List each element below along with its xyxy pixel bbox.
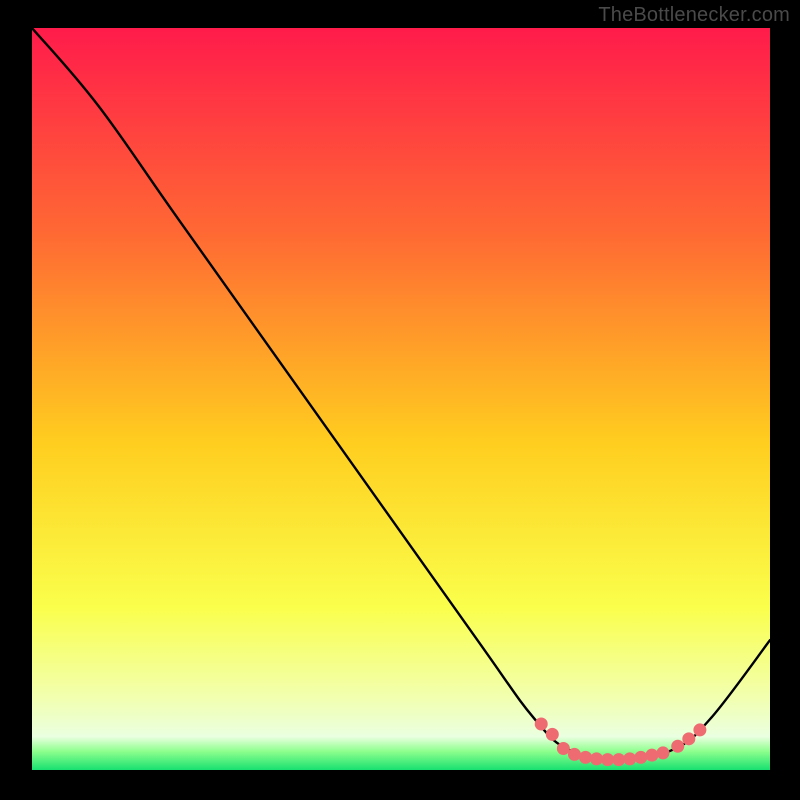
scatter-point <box>535 718 548 731</box>
bottleneck-chart <box>0 0 800 800</box>
scatter-point <box>601 753 614 766</box>
scatter-point <box>546 728 559 741</box>
scatter-point <box>579 751 592 764</box>
scatter-point <box>693 723 706 736</box>
scatter-point <box>557 742 570 755</box>
scatter-point <box>634 751 647 764</box>
scatter-point <box>682 732 695 745</box>
scatter-point <box>623 752 636 765</box>
gradient-background <box>32 28 770 770</box>
scatter-point <box>568 748 581 761</box>
scatter-point <box>590 752 603 765</box>
chart-stage: TheBottlenecker.com <box>0 0 800 800</box>
scatter-point <box>656 746 669 759</box>
scatter-point <box>612 753 625 766</box>
scatter-point <box>645 749 658 762</box>
scatter-point <box>671 740 684 753</box>
